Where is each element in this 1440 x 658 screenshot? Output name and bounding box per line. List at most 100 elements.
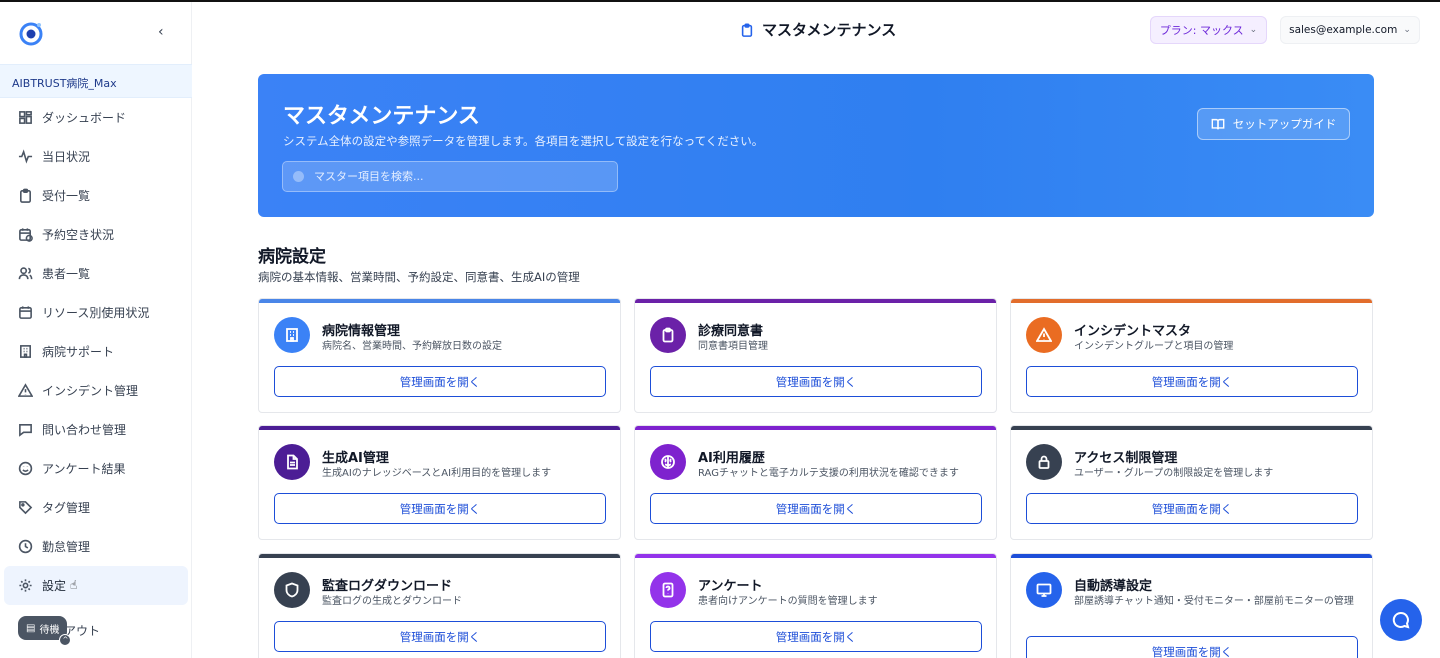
app-logo-icon[interactable] (18, 20, 44, 46)
card-description: RAGチャットと電子カルテ支援の利用状況を確認できます (698, 468, 959, 479)
section-title: 病院設定 (258, 247, 326, 267)
alert-triangle-icon (18, 383, 33, 397)
card-generative-ai: 生成AI管理 生成AIのナレッジベースとAI利用目的を管理します 管理画面を開く (258, 425, 621, 540)
sidebar-item-resource-usage[interactable]: リソース別使用状況 (0, 293, 192, 332)
chat-bubble-icon (1392, 611, 1410, 629)
card-description: 生成AIのナレッジベースとAI利用目的を管理します (322, 468, 552, 479)
chevron-down-icon: ⌄ (1249, 25, 1258, 35)
pointer-cursor-icon: ☝ (70, 578, 78, 592)
sidebar-item-hospital-support[interactable]: 病院サポート (0, 332, 192, 371)
section-subtitle: 病院の基本情報、営業時間、予約設定、同意書、生成AIの管理 (258, 270, 580, 284)
card-title: アクセス制限管理 (1074, 451, 1178, 466)
document-icon: ▤ (26, 622, 36, 634)
sidebar-item-availability[interactable]: 予約空き状況 (0, 215, 192, 254)
sidebar-item-label: 設定 (42, 579, 67, 593)
user-menu-dropdown[interactable]: sales@example.com ⌄ (1280, 16, 1420, 44)
card-title: アンケート (698, 579, 763, 594)
card-accent-bar (635, 554, 996, 558)
open-admin-button[interactable]: 管理画面を開く (650, 621, 982, 652)
alert-triangle-icon (1026, 317, 1062, 353)
wait-status-badge[interactable]: ▤ 待機 ^ (18, 616, 72, 646)
sidebar-item-label: 当日状況 (42, 150, 91, 164)
card-accent-bar (1011, 554, 1372, 558)
open-admin-button[interactable]: 管理画面を開く (274, 493, 606, 524)
open-admin-button[interactable]: 管理画面を開く (1026, 493, 1358, 524)
card-title: AI利用履歴 (698, 451, 765, 466)
hero-title: マスタメンテナンス (283, 104, 480, 129)
page-title: マスタメンテナンス (740, 19, 896, 40)
sidebar-item-settings[interactable]: 設定 ☝ (4, 566, 188, 605)
card-accent-bar (1011, 299, 1372, 303)
sidebar-item-label: インシデント管理 (42, 384, 139, 398)
sidebar-nav: ダッシュボード 当日状況 受付一覧 予約空き状況 患者一覧 リソース別使用状況 … (0, 98, 192, 605)
chevron-left-icon[interactable]: ‹ (158, 24, 164, 40)
open-admin-button[interactable]: 管理画面を開く (650, 493, 982, 524)
monitor-icon (1026, 572, 1062, 608)
open-admin-button[interactable]: 管理画面を開く (274, 621, 606, 652)
sidebar-item-tags[interactable]: タグ管理 (0, 488, 192, 527)
card-description: 部屋誘導チャット通知・受付モニター・部屋前モニターの管理 (1074, 596, 1354, 607)
card-accent-bar (635, 299, 996, 303)
card-ai-usage-history: AI利用履歴 RAGチャットと電子カルテ支援の利用状況を確認できます 管理画面を… (634, 425, 997, 540)
search-icon (293, 171, 304, 182)
hospital-name: AIBTRUST病院_Max (0, 64, 192, 98)
open-admin-button[interactable]: 管理画面を開く (1026, 366, 1358, 397)
card-incident-master: インシデントマスタ インシデントグループと項目の管理 管理画面を開く (1010, 298, 1373, 413)
open-admin-button[interactable]: 管理画面を開く (1026, 636, 1358, 658)
card-description: ユーザー・グループの制限設定を管理します (1074, 468, 1274, 479)
calendar-icon (19, 306, 32, 319)
sidebar-item-label: 予約空き状況 (42, 228, 115, 242)
card-accent-bar (259, 299, 620, 303)
sidebar-item-reception-list[interactable]: 受付一覧 (0, 176, 192, 215)
sidebar-item-dashboard[interactable]: ダッシュボード (0, 98, 192, 137)
card-survey: アンケート 患者向けアンケートの質問を管理します 管理画面を開く (634, 553, 997, 658)
sidebar-item-label: 患者一覧 (42, 267, 91, 281)
card-auto-guidance: 自動誘導設定 部屋誘導チャット通知・受付モニター・部屋前モニターの管理 管理画面… (1010, 553, 1373, 658)
gear-icon (19, 579, 32, 592)
card-description: 監査ログの生成とダウンロード (322, 596, 462, 607)
card-accent-bar (259, 426, 620, 430)
question-file-icon (650, 572, 686, 608)
card-access-restriction: アクセス制限管理 ユーザー・グループの制限設定を管理します 管理画面を開く (1010, 425, 1373, 540)
open-admin-button[interactable]: 管理画面を開く (274, 366, 606, 397)
card-description: 病院名、営業時間、予約解放日数の設定 (322, 341, 502, 352)
page-title-text: マスタメンテナンス (762, 21, 897, 39)
chat-button[interactable] (1380, 599, 1422, 641)
card-title: 監査ログダウンロード (322, 579, 453, 594)
card-hospital-info: 病院情報管理 病院名、営業時間、予約解放日数の設定 管理画面を開く (258, 298, 621, 413)
tag-icon (19, 501, 33, 515)
users-icon (18, 267, 33, 280)
card-audit-log: 監査ログダウンロード 監査ログの生成とダウンロード 管理画面を開く (258, 553, 621, 658)
card-accent-bar (1011, 426, 1372, 430)
card-title: インシデントマスタ (1074, 324, 1192, 339)
building-icon (20, 345, 31, 358)
hero-subtitle: システム全体の設定や参照データを管理します。各項目を選択して設定を行なってくださ… (283, 134, 764, 148)
clipboard-icon (741, 23, 753, 37)
sidebar-item-inquiry[interactable]: 問い合わせ管理 (0, 410, 192, 449)
search-input[interactable] (314, 170, 604, 183)
clock-icon (18, 539, 33, 554)
plan-dropdown[interactable]: プラン: マックス ⌄ (1150, 16, 1267, 44)
chevron-down-icon: ⌄ (1403, 25, 1411, 35)
search-box (282, 161, 618, 192)
card-title: 病院情報管理 (322, 324, 401, 339)
card-accent-bar (259, 554, 620, 558)
sidebar-item-label: リソース別使用状況 (42, 306, 150, 320)
sidebar-item-today-status[interactable]: 当日状況 (0, 137, 192, 176)
sidebar-item-survey-results[interactable]: アンケート結果 (0, 449, 192, 488)
sidebar-item-patients[interactable]: 患者一覧 (0, 254, 192, 293)
plan-label: プラン: マックス (1159, 24, 1244, 37)
card-title: 診療同意書 (698, 324, 764, 339)
sidebar-item-incident[interactable]: インシデント管理 (0, 371, 192, 410)
top-header: マスタメンテナンス プラン: マックス ⌄ sales@example.com … (192, 2, 1440, 56)
sidebar-item-attendance[interactable]: 勤怠管理 (0, 527, 192, 566)
sidebar-item-label: 病院サポート (42, 345, 115, 359)
calendar-clock-icon (19, 228, 33, 242)
setup-guide-button[interactable]: セットアップガイド (1197, 108, 1350, 140)
clipboard-icon (20, 188, 31, 203)
file-text-icon (274, 444, 310, 480)
building-icon (274, 317, 310, 353)
grid-icon (19, 111, 32, 124)
card-consent-form: 診療同意書 同意書項目管理 管理画面を開く (634, 298, 997, 413)
open-admin-button[interactable]: 管理画面を開く (650, 366, 982, 397)
